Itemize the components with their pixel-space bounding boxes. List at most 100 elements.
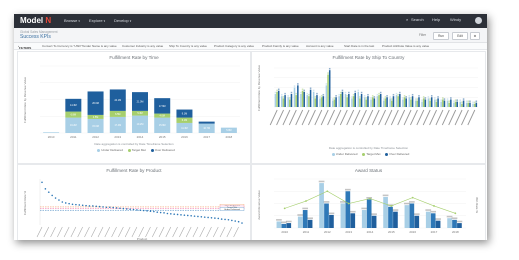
x-tick-label [390, 109, 399, 126]
data-label [456, 99, 458, 101]
data-point [210, 216, 213, 219]
avatar[interactable] [475, 17, 482, 24]
data-label: 9.1M [182, 112, 187, 115]
x-tick-label [50, 226, 56, 238]
data-point [142, 209, 145, 212]
data-label [307, 217, 313, 220]
bar [340, 94, 342, 107]
data-label [367, 93, 369, 96]
data-label: 16.2M [70, 124, 77, 127]
data-label [404, 202, 410, 205]
data-label [448, 100, 450, 103]
bar [397, 96, 399, 107]
x-tick-label [320, 109, 329, 126]
bar [409, 203, 415, 228]
filter-item[interactable]: Convert To Currency is "USD" [42, 44, 82, 48]
filter-item[interactable]: Product Category is any value [214, 44, 254, 48]
data-label [462, 98, 465, 100]
data-point [214, 217, 216, 219]
bar [416, 100, 419, 107]
filter-item[interactable]: Product Family is any value [262, 44, 299, 48]
data-point [98, 205, 101, 208]
data-label [410, 97, 412, 99]
nav-develop[interactable]: Develop▾ [114, 18, 131, 23]
x-tick-label [422, 109, 431, 126]
bar [393, 211, 398, 228]
data-label [285, 220, 292, 223]
filter-item[interactable]: Product Attribute Value is any value [382, 44, 429, 48]
fulfillment-by-product-chart: Over DeliveredTarget MetUnder DeliveredF… [23, 179, 245, 240]
x-tick-label [352, 109, 361, 126]
data-label: 17.6M [159, 105, 166, 108]
data-label [346, 95, 348, 97]
filter-item[interactable]: Tender Name is any value [82, 44, 117, 48]
bar [367, 96, 369, 107]
win-rate-point [369, 197, 371, 200]
bar [442, 99, 444, 107]
x-tick-label [301, 109, 310, 126]
data-label [384, 96, 387, 98]
bar [414, 215, 420, 228]
x-tick-label [295, 109, 304, 126]
data-label [352, 93, 355, 96]
x-axis-label: Product [137, 237, 148, 240]
x-tick-label: 2012 [92, 135, 99, 139]
filter-item[interactable]: Ship To Country is any value [169, 44, 207, 48]
data-point [186, 214, 189, 217]
data-label [392, 209, 399, 211]
bar [424, 99, 427, 107]
filter-item[interactable]: Account is any value [306, 44, 334, 48]
bar [421, 101, 423, 107]
data-point [41, 181, 43, 184]
gear-icon[interactable]: ⚙ [470, 32, 480, 40]
bar [366, 199, 372, 228]
help-link[interactable]: Help [432, 17, 440, 22]
data-point [54, 197, 57, 199]
search-icon[interactable]: ⌕ [406, 17, 408, 22]
data-label [435, 218, 441, 220]
data-label [395, 92, 398, 95]
data-label: 24.1M [114, 99, 121, 102]
data-label [276, 219, 282, 221]
nav-browse[interactable]: Browse▾ [64, 18, 80, 23]
filter-item[interactable]: Start Date is in the last [344, 44, 374, 48]
x-tick-label: 2018 [226, 135, 233, 139]
bar [450, 99, 452, 107]
x-tick-label [416, 109, 425, 126]
x-tick-label [192, 226, 199, 238]
filters-toggle[interactable]: ‹ FILTERS [18, 44, 31, 49]
bar [376, 96, 379, 107]
filter-item[interactable]: Customer Industry is any value [122, 44, 163, 48]
bar [277, 90, 280, 107]
logo[interactable]: Model N [20, 16, 51, 25]
x-tick-label [145, 226, 151, 238]
data-label [413, 213, 420, 215]
data-label: 15.6M [92, 125, 99, 128]
data-label [403, 95, 406, 97]
data-label [467, 100, 470, 103]
data-point [153, 210, 155, 213]
edit-button[interactable]: Edit [452, 32, 468, 40]
data-label [333, 97, 336, 99]
x-tick-label [199, 226, 205, 238]
nav-explore[interactable]: Explore▾ [89, 18, 105, 23]
search-link[interactable]: Search [411, 17, 424, 22]
data-label [450, 97, 452, 99]
x-tick-label [327, 109, 335, 126]
data-label [443, 98, 446, 100]
bar [446, 100, 449, 107]
data-point [88, 205, 91, 207]
data-label [276, 89, 278, 92]
data-label [399, 91, 401, 94]
run-button[interactable]: Run [433, 32, 449, 40]
bar [410, 99, 412, 107]
data-label [465, 100, 468, 103]
bar [378, 95, 380, 107]
data-label [383, 98, 385, 100]
data-label [442, 97, 444, 99]
user-menu[interactable]: Windy [450, 17, 461, 22]
data-label [427, 96, 430, 98]
x-tick-label [138, 226, 144, 238]
data-label [429, 98, 431, 100]
bar [467, 102, 470, 107]
